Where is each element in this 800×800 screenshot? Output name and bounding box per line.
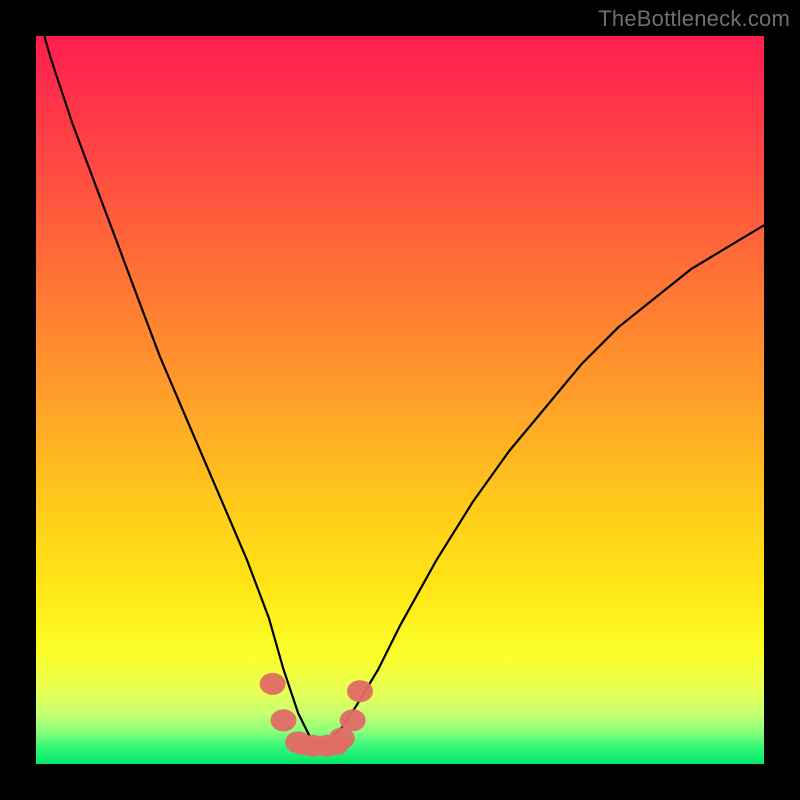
highlight-point: [271, 709, 297, 731]
watermark-text: TheBottleneck.com: [598, 6, 790, 32]
highlight-point: [347, 680, 373, 702]
highlight-point: [260, 673, 286, 695]
plot-area: [36, 36, 764, 764]
outer-frame: TheBottleneck.com: [0, 0, 800, 800]
gradient-background: [36, 36, 764, 764]
bottleneck-chart: [36, 36, 764, 764]
highlight-point: [340, 709, 366, 731]
